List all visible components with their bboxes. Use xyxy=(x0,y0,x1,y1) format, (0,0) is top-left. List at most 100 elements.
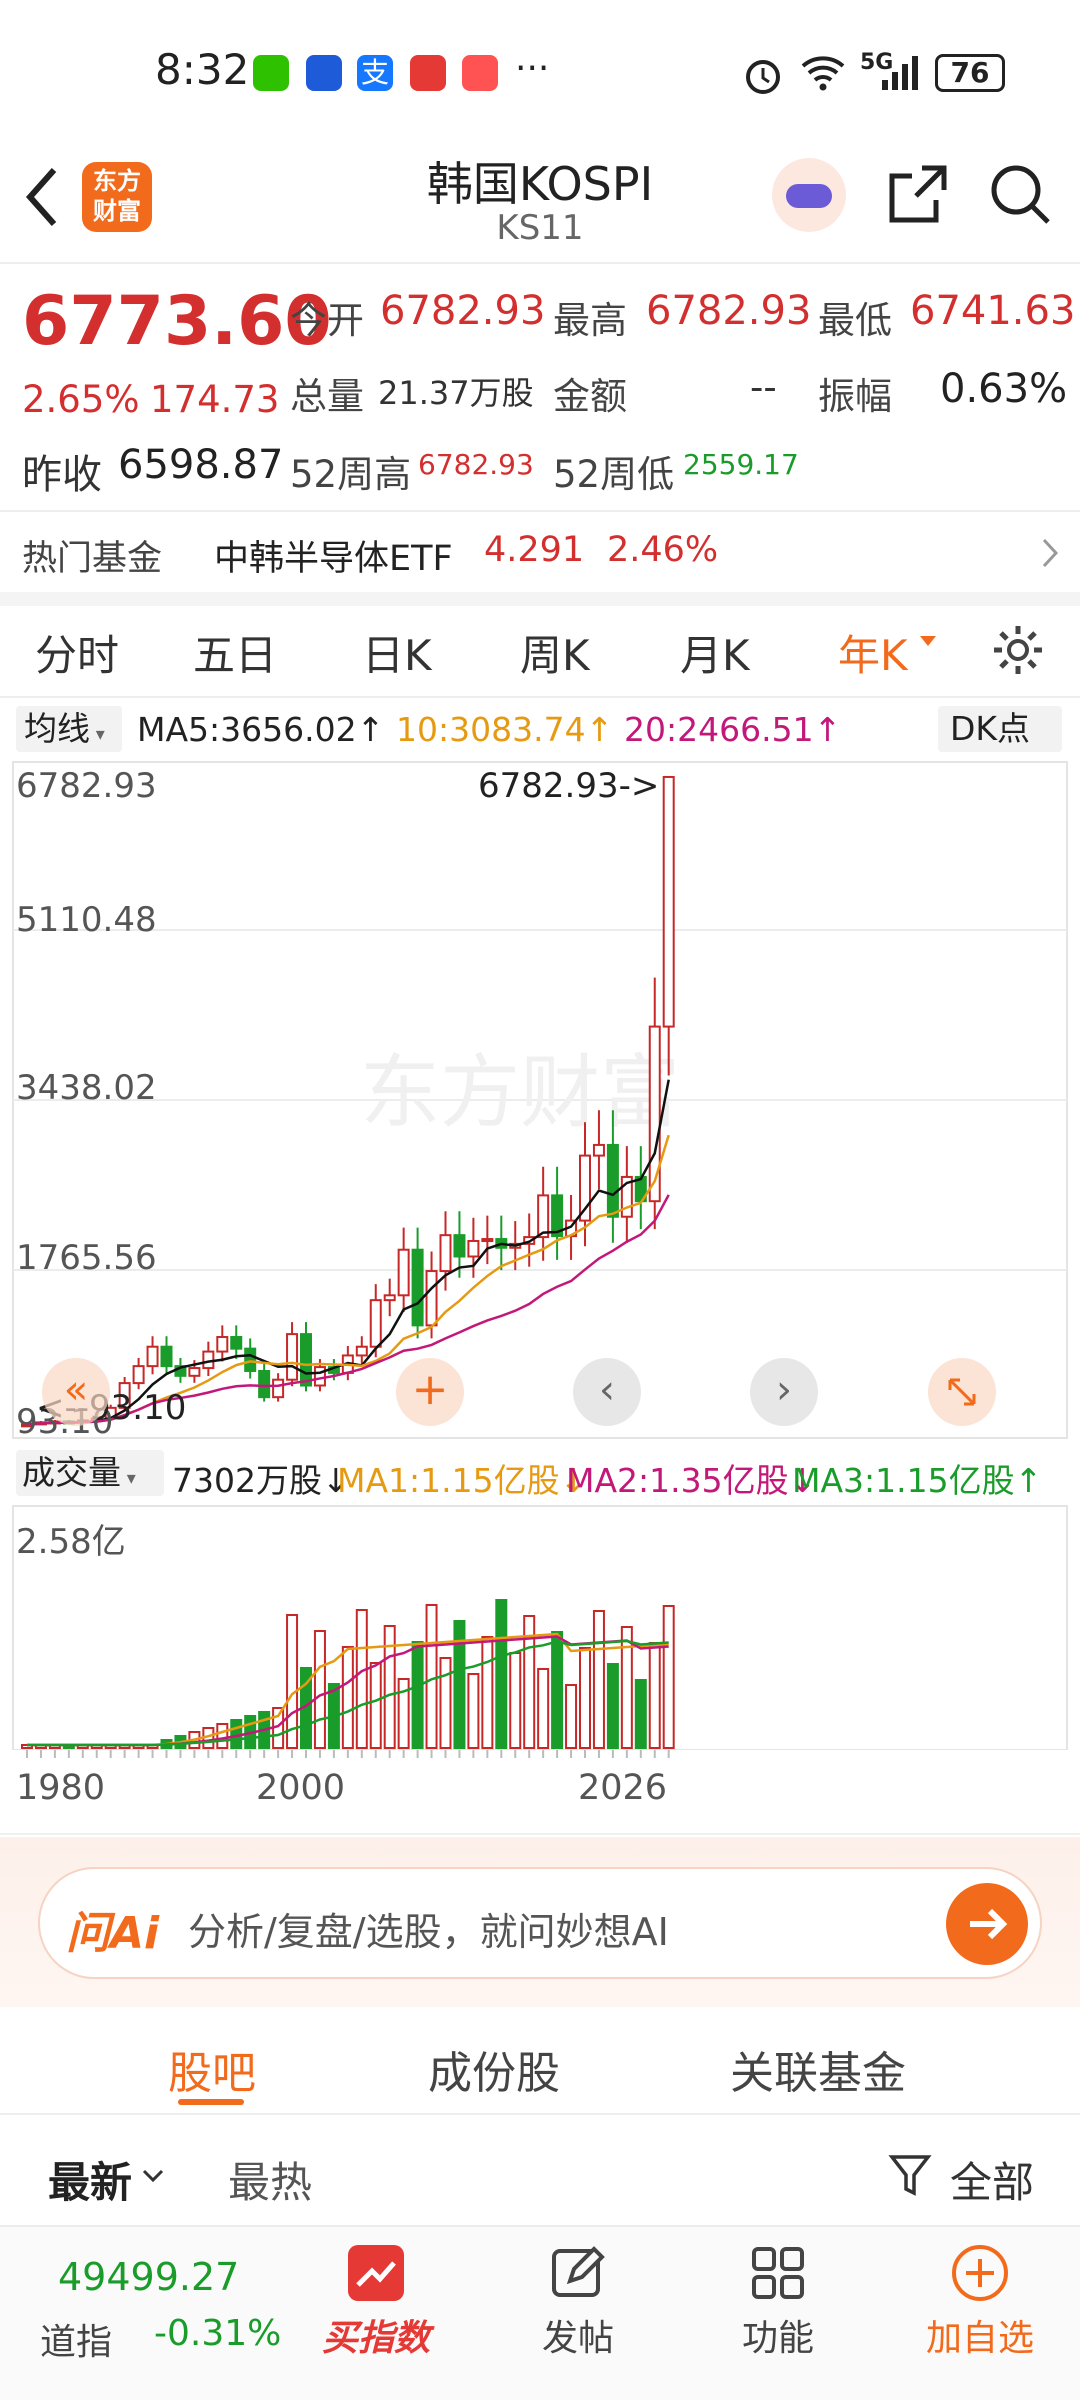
volume-bar xyxy=(383,1625,396,1749)
dow-index-value: 49499.27 xyxy=(58,2255,240,2299)
candle xyxy=(355,1345,368,1357)
volume-bar xyxy=(620,1626,633,1749)
volume-chart[interactable]: 2.58亿 xyxy=(0,1504,1080,1750)
hot-fund-name: 中韩半导体ETF xyxy=(214,539,453,579)
open-value: 6782.93 xyxy=(380,288,546,334)
function-label: 功能 xyxy=(741,2318,814,2359)
tab-related-funds[interactable]: 关联基金 xyxy=(730,2037,906,2101)
volume-bar xyxy=(481,1636,494,1749)
wechat-icon xyxy=(253,55,289,91)
share-icon[interactable] xyxy=(886,162,950,226)
tab-constituents[interactable]: 成份股 xyxy=(428,2037,560,2101)
next-button[interactable]: › xyxy=(750,1358,818,1426)
tab-daily-k[interactable]: 日K xyxy=(362,622,432,683)
volume-bar xyxy=(509,1652,522,1749)
chevron-down-icon xyxy=(142,2169,164,2183)
tab-timeshare[interactable]: 分时 xyxy=(35,622,119,683)
ma-selector[interactable]: 均线 ▾ xyxy=(16,706,122,752)
volume-value: 7302万股↓ xyxy=(172,1461,350,1500)
volume-bar xyxy=(551,1631,564,1749)
search-icon[interactable] xyxy=(988,162,1052,226)
fullscreen-button[interactable] xyxy=(928,1358,996,1426)
zoom-in-button[interactable]: + xyxy=(396,1358,464,1426)
dk-point-label: DK点 xyxy=(950,709,1031,748)
vol-ma1: MA1:1.15亿股↓ xyxy=(337,1461,588,1500)
candle xyxy=(606,1143,619,1218)
volume-selector[interactable]: 成交量 ▾ xyxy=(16,1450,164,1496)
volume-bar xyxy=(355,1609,368,1749)
amplitude-value: 0.63% xyxy=(940,366,1068,412)
volume-bars-chart xyxy=(12,1505,1068,1750)
candle xyxy=(300,1333,312,1387)
vol-ma3: MA3:1.15亿股↑ xyxy=(792,1461,1043,1500)
volume-selector-label: 成交量 xyxy=(22,1453,121,1492)
signal-icon xyxy=(882,56,918,90)
candle xyxy=(132,1365,145,1385)
ai-input-bar[interactable]: 问Ai 分析/复盘/选股，就问妙想AI xyxy=(38,1867,1042,1979)
candle xyxy=(383,1294,396,1302)
x-axis-ticks xyxy=(26,1750,670,1758)
sort-latest[interactable]: 最新 xyxy=(48,2149,132,2210)
candle xyxy=(202,1350,215,1370)
candle xyxy=(481,1238,494,1243)
ai-robot-icon[interactable] xyxy=(772,158,846,232)
52wk-low-label: 52周低 xyxy=(553,453,675,496)
expand-icon xyxy=(948,1378,976,1406)
tab-weekly-k[interactable]: 周K xyxy=(520,622,590,683)
52wk-low-value: 2559.17 xyxy=(683,448,799,481)
quote-panel: 6773.60 2.65% 174.73 昨收 6598.87 今开 6782.… xyxy=(0,262,1080,512)
tab-five-day[interactable]: 五日 xyxy=(193,622,277,683)
volume-bar xyxy=(648,1642,661,1749)
x-label-1980: 1980 xyxy=(16,1768,106,1808)
buy-index-button[interactable]: 买指数 xyxy=(276,2241,476,2361)
settings-gear-icon[interactable] xyxy=(990,622,1046,678)
prev-button[interactable]: ‹ xyxy=(573,1358,641,1426)
change-pct: 2.65% xyxy=(22,378,140,421)
volume-legend-bar: 成交量 ▾ 7302万股↓ MA1:1.15亿股↓ MA2:1.35亿股↓ MA… xyxy=(0,1442,1080,1504)
dow-index-ticker[interactable]: 49499.27 道指 -0.31% xyxy=(30,2249,290,2369)
open-label: 今开 xyxy=(290,299,364,342)
candle xyxy=(439,1234,452,1273)
wifi-icon xyxy=(801,56,845,91)
x-label-2000: 2000 xyxy=(256,1768,346,1808)
volume-bar xyxy=(495,1599,508,1749)
tab-yearly-k[interactable]: 年K xyxy=(838,622,908,683)
ai-send-button[interactable] xyxy=(946,1883,1028,1965)
volume-bars-group xyxy=(21,1599,675,1749)
candle xyxy=(313,1366,326,1387)
battery-level: 76 xyxy=(950,56,990,89)
amplitude-label: 振幅 xyxy=(818,375,892,418)
candle xyxy=(230,1336,243,1350)
hot-fund-row[interactable]: 热门基金 中韩半导体ETF 4.291 2.46% xyxy=(0,512,1080,592)
tab-guba[interactable]: 股吧 xyxy=(168,2037,256,2101)
dk-point-button[interactable]: DK点 xyxy=(938,706,1062,752)
more-notifications: ··· xyxy=(515,48,550,89)
trend-chart-icon xyxy=(348,2245,404,2301)
candle xyxy=(453,1234,466,1258)
grid-icon xyxy=(752,2247,804,2299)
price-chart[interactable]: 东方财富 6782.93 5110.48 3438.02 1765.56 93.… xyxy=(0,760,1080,1442)
alipay-icon: 支 xyxy=(357,55,393,91)
double-left-button[interactable]: « xyxy=(42,1358,110,1426)
filter-all[interactable]: 全部 xyxy=(950,2149,1034,2210)
volume-bar xyxy=(425,1604,438,1749)
add-watchlist-button[interactable]: 加自选 xyxy=(880,2241,1080,2361)
volume-bar xyxy=(606,1663,619,1749)
candle xyxy=(537,1194,550,1239)
post-button[interactable]: 发帖 xyxy=(478,2241,678,2361)
caret-down-icon xyxy=(920,636,936,646)
filter-icon[interactable] xyxy=(888,2153,932,2201)
ma20-value: 20:2466.51↑ xyxy=(624,710,842,749)
ma5-value: MA5:3656.02↑ xyxy=(137,710,385,749)
low-label: 最低 xyxy=(818,299,892,342)
candle xyxy=(188,1367,201,1377)
sort-hot[interactable]: 最热 xyxy=(228,2149,312,2210)
volume-bar xyxy=(537,1668,550,1749)
volume-label: 总量 xyxy=(290,375,364,418)
volume-bar xyxy=(634,1679,647,1749)
vol-ma2: MA2:1.35亿股↓ xyxy=(566,1461,817,1500)
function-button[interactable]: 功能 xyxy=(678,2241,878,2361)
candle xyxy=(425,1270,438,1327)
tab-monthly-k[interactable]: 月K xyxy=(680,622,750,683)
bottom-nav: 49499.27 道指 -0.31% 买指数 发帖 功能 加自选 xyxy=(0,2225,1080,2400)
